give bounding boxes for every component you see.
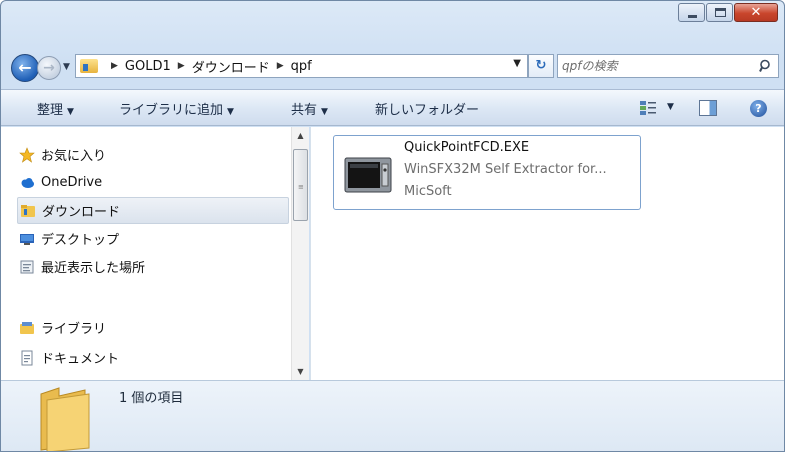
- preview-pane-icon[interactable]: [699, 100, 717, 116]
- scroll-down-icon[interactable]: ▼: [292, 363, 309, 380]
- address-row: ← → ▼ ▶ GOLD1 ▶ ダウンロード ▶ qpf ▼ ↻: [1, 49, 784, 83]
- document-icon: [21, 350, 33, 365]
- chevron-down-icon: ▼: [227, 107, 234, 117]
- nav-item-downloads[interactable]: ダウンロード: [17, 197, 289, 224]
- file-publisher: MicSoft: [404, 184, 452, 199]
- minimize-button[interactable]: [678, 3, 705, 22]
- minimize-icon: [688, 15, 697, 18]
- back-button[interactable]: ←: [11, 54, 39, 82]
- refresh-icon: ↻: [535, 58, 547, 73]
- back-arrow-icon: ←: [18, 58, 32, 77]
- download-folder-icon: [21, 204, 35, 217]
- organize-menu[interactable]: 整理 ▼: [37, 99, 74, 118]
- nav-item-label: 最近表示した場所: [41, 261, 146, 276]
- file-item[interactable]: QuickPointFCD.EXE WinSFX32M Self Extract…: [333, 135, 641, 210]
- breadcrumb-qpf[interactable]: qpf: [291, 59, 312, 74]
- chevron-right-icon[interactable]: ▶: [111, 61, 118, 71]
- scrollbar-thumb[interactable]: ≡: [293, 149, 308, 221]
- item-count: 1 個の項目: [119, 391, 184, 406]
- close-icon: ✕: [750, 5, 762, 20]
- nav-item-label: ライブラリ: [41, 322, 107, 337]
- view-options-dropdown[interactable]: ▼: [667, 102, 674, 112]
- recent-pages-dropdown[interactable]: ▼: [63, 62, 70, 72]
- share-label: 共有: [291, 103, 318, 118]
- details-pane: 1 個の項目: [1, 380, 784, 451]
- nav-item-recent-places[interactable]: 最近表示した場所: [19, 253, 289, 280]
- nav-item-desktop[interactable]: デスクトップ: [19, 225, 289, 252]
- forward-button[interactable]: →: [37, 56, 61, 80]
- star-icon: [19, 146, 35, 163]
- nav-item-label: お気に入り: [41, 149, 107, 164]
- add-to-library-menu[interactable]: ライブラリに追加 ▼: [119, 99, 234, 118]
- chevron-down-icon: ▼: [67, 107, 74, 117]
- grip-icon: ≡: [298, 183, 304, 191]
- nav-item-label: ドキュメント: [41, 352, 120, 367]
- nav-item-documents[interactable]: ドキュメント: [19, 344, 289, 371]
- refresh-button[interactable]: ↻: [528, 54, 554, 78]
- explorer-window: ✕ ← → ▼ ▶ GOLD1 ▶ ダウンロード ▶ qpf ▼ ↻ 整理▼ ラ…: [0, 0, 785, 452]
- chevron-right-icon[interactable]: ▶: [277, 61, 284, 71]
- recent-places-icon: [20, 260, 34, 273]
- help-icon[interactable]: ?: [750, 100, 767, 117]
- close-button[interactable]: ✕: [734, 3, 778, 22]
- search-icon[interactable]: [759, 59, 773, 73]
- chevron-down-icon: ▼: [321, 107, 328, 117]
- library-icon: [20, 321, 34, 334]
- new-folder-label: 新しいフォルダー: [375, 103, 480, 118]
- maximize-button[interactable]: [706, 3, 733, 22]
- search-box[interactable]: [557, 54, 779, 78]
- nav-item-onedrive[interactable]: OneDrive: [19, 169, 289, 196]
- cloud-icon: [21, 177, 34, 188]
- nav-item-label: デスクトップ: [41, 233, 120, 248]
- scroll-up-icon[interactable]: ▲: [292, 127, 309, 144]
- address-dropdown-icon[interactable]: ▼: [513, 58, 521, 69]
- command-bar: 整理 ▼ ライブラリに追加 ▼ 共有 ▼ 新しいフォルダー ▼ ?: [1, 89, 784, 126]
- nav-item-libraries[interactable]: ライブラリ: [19, 314, 289, 341]
- add-to-library-label: ライブラリに追加: [119, 103, 224, 118]
- share-menu[interactable]: 共有 ▼: [291, 99, 328, 118]
- change-view-icon[interactable]: [639, 100, 657, 116]
- nav-item-label: OneDrive: [41, 175, 103, 190]
- forward-arrow-icon: →: [43, 60, 55, 76]
- file-description: WinSFX32M Self Extractor for...: [404, 162, 607, 177]
- folder-icon: [80, 59, 98, 73]
- desktop-icon: [20, 233, 34, 245]
- navigation-pane: お気に入り OneDrive ダウンロード デスクトップ 最近表示した場所 ライ…: [1, 127, 291, 380]
- file-name: QuickPointFCD.EXE: [404, 140, 530, 155]
- breadcrumb-downloads[interactable]: ダウンロード: [192, 57, 270, 76]
- new-folder-button[interactable]: 新しいフォルダー: [375, 99, 479, 118]
- search-input[interactable]: [562, 56, 750, 76]
- organize-label: 整理: [37, 103, 64, 118]
- chevron-right-icon[interactable]: ▶: [178, 61, 185, 71]
- maximize-icon: [715, 8, 726, 17]
- breadcrumb-gold1[interactable]: GOLD1: [125, 59, 171, 74]
- folder-icon: [40, 387, 90, 451]
- nav-item-favorites[interactable]: お気に入り: [19, 141, 289, 168]
- sfx-archive-icon: [344, 157, 392, 193]
- file-list-pane: QuickPointFCD.EXE WinSFX32M Self Extract…: [310, 127, 784, 380]
- address-bar[interactable]: ▶ GOLD1 ▶ ダウンロード ▶ qpf ▼: [75, 54, 528, 78]
- nav-pane-scrollbar[interactable]: ▲ ≡ ▼: [291, 127, 309, 380]
- nav-item-label: ダウンロード: [42, 205, 121, 220]
- caption-buttons: ✕: [677, 3, 778, 23]
